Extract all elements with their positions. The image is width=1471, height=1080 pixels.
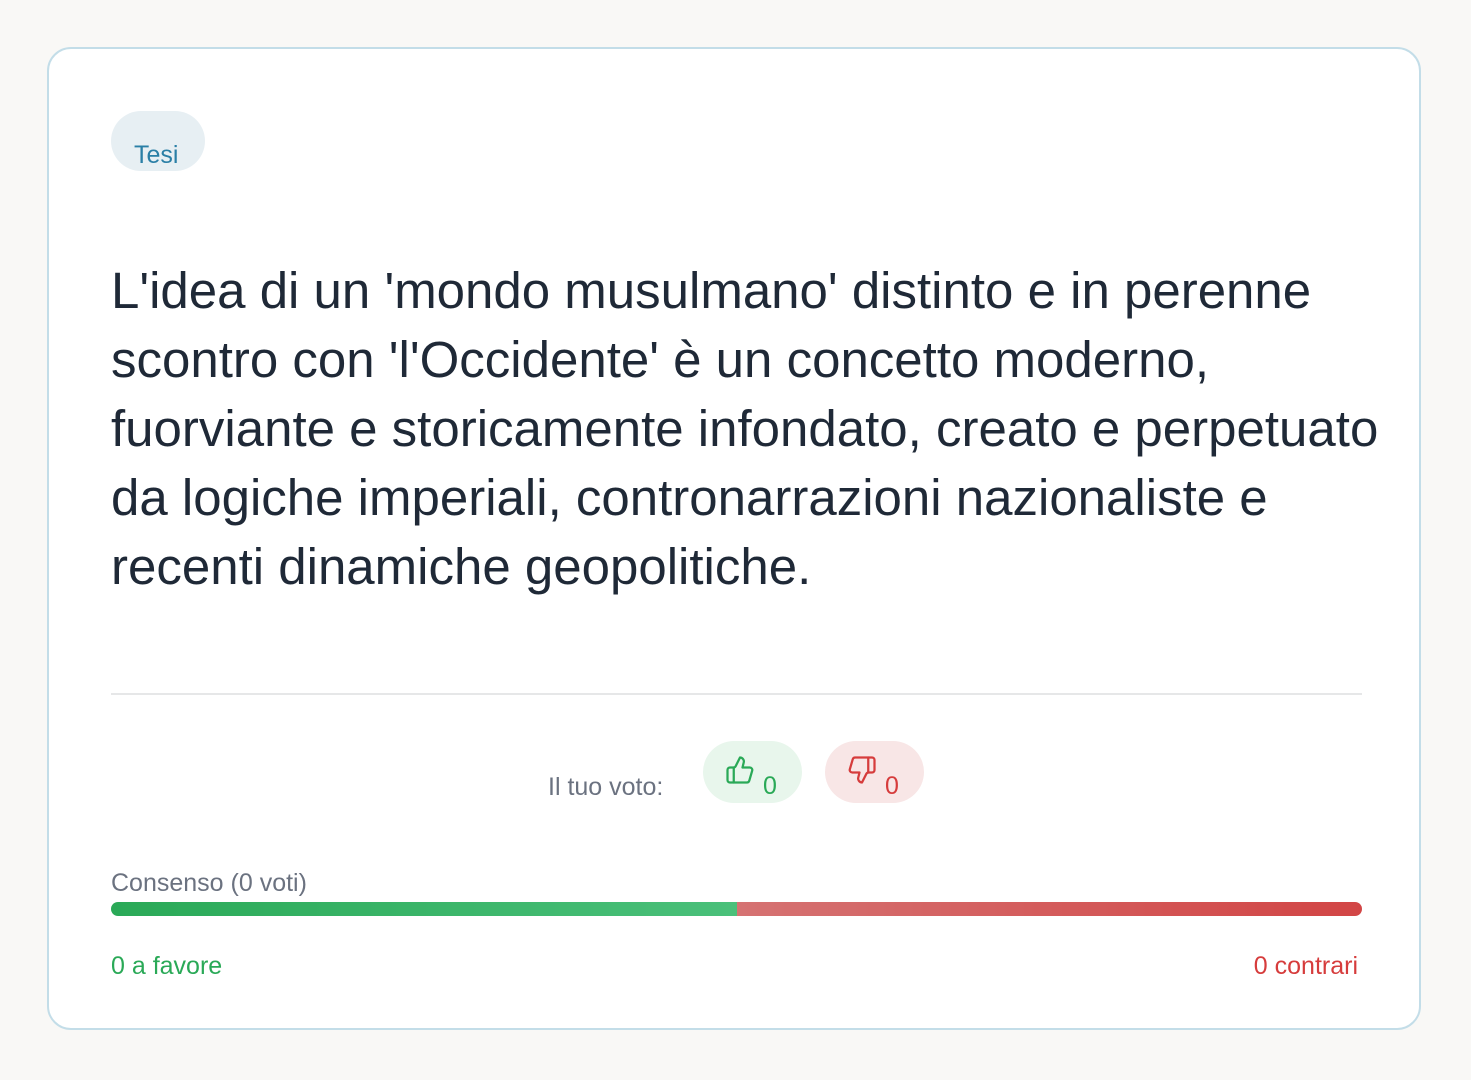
thumbs-down-icon bbox=[848, 756, 876, 784]
divider bbox=[111, 693, 1362, 695]
votes-against-count: 0 contrari bbox=[1253, 952, 1358, 980]
downvote-count: 0 bbox=[885, 772, 899, 800]
downvote-button[interactable]: 0 bbox=[825, 741, 924, 803]
thesis-tag: Tesi bbox=[111, 111, 205, 171]
consensus-bar-against bbox=[736, 902, 1362, 916]
consensus-label: Consenso (0 voti) bbox=[111, 869, 307, 897]
thesis-card: Tesi L'idea di un 'mondo musulmano' dist… bbox=[47, 47, 1421, 1030]
thumbs-up-icon bbox=[726, 756, 754, 784]
vote-label: Il tuo voto: bbox=[548, 773, 664, 801]
upvote-count: 0 bbox=[763, 772, 777, 800]
upvote-button[interactable]: 0 bbox=[703, 741, 802, 803]
consensus-bar bbox=[111, 902, 1362, 916]
consensus-bar-for bbox=[111, 902, 737, 916]
thesis-statement: L'idea di un 'mondo musulmano' distinto … bbox=[111, 262, 1379, 595]
votes-for-count: 0 a favore bbox=[111, 952, 223, 980]
